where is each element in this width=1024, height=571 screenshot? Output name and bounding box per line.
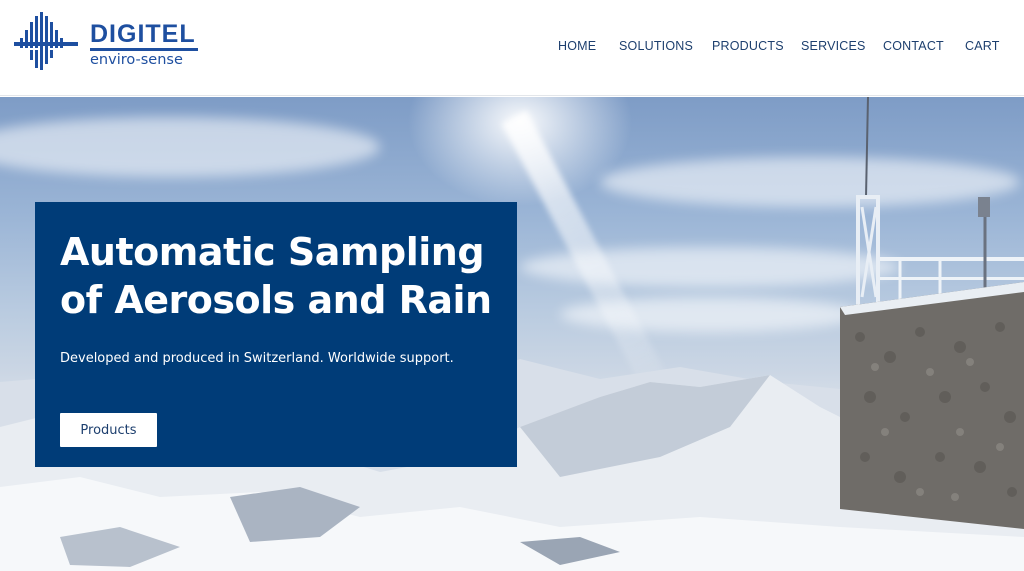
nav-products[interactable]: PRODUCTS <box>712 39 784 53</box>
nav-contact[interactable]: CONTACT <box>883 39 944 53</box>
hero-card: Automatic Sampling of Aerosols and Rain … <box>35 202 517 467</box>
nav-cart[interactable]: CART <box>965 39 1000 53</box>
hero-banner: Automatic Sampling of Aerosols and Rain … <box>0 97 1024 571</box>
nav-solutions[interactable]: SOLUTIONS <box>619 39 693 53</box>
main-nav: HOME SOLUTIONS PRODUCTS SERVICES CONTACT… <box>0 39 1024 57</box>
nav-services[interactable]: SERVICES <box>801 39 866 53</box>
products-button[interactable]: Products <box>60 413 157 447</box>
site-header: DIGITEL enviro-sense HOME SOLUTIONS PROD… <box>0 0 1024 96</box>
hero-title: Automatic Sampling of Aerosols and Rain <box>60 230 492 322</box>
nav-home[interactable]: HOME <box>558 39 596 53</box>
hero-subtitle: Developed and produced in Switzerland. W… <box>60 351 454 366</box>
